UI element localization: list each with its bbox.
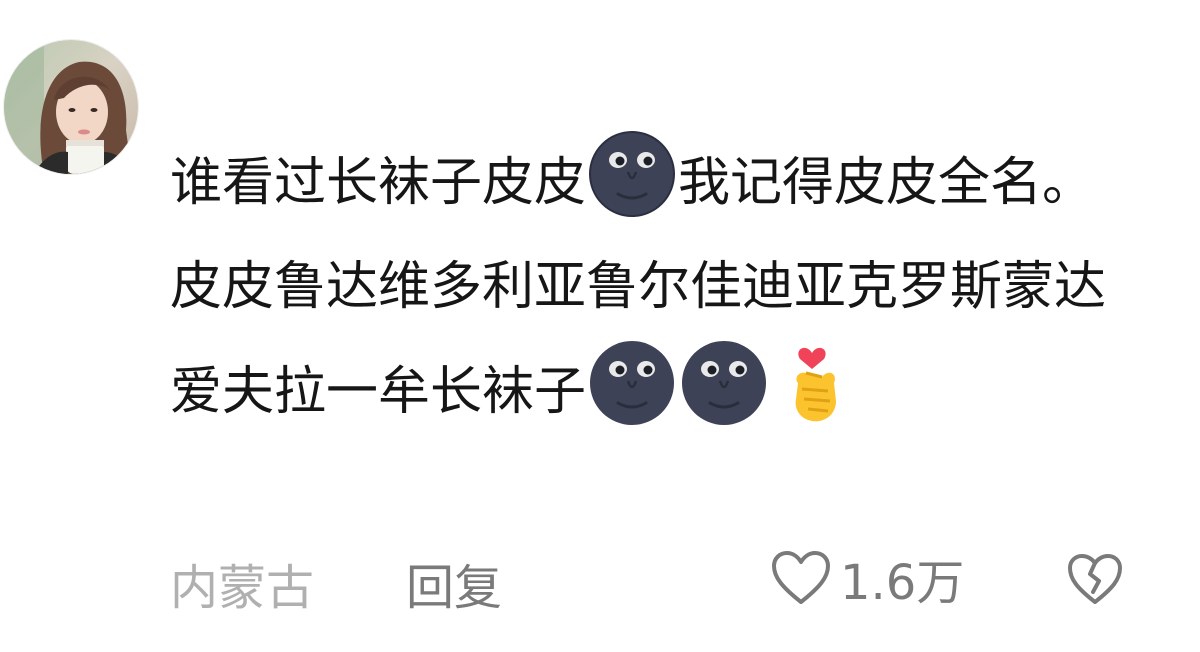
new-moon-face-emoji (588, 130, 676, 218)
avatar-photo-icon (4, 40, 138, 174)
broken-heart-icon (1068, 554, 1122, 604)
like-count: 1.6万 (840, 555, 965, 611)
comment-card: 谁看过长袜子皮皮 我记得皮皮全名。皮皮鲁达维多利亚鲁尔佳迪亚克罗斯蒙达爱夫拉一牟长… (0, 0, 1200, 652)
comment-text-part-1: 谁看过长袜子皮皮 (170, 153, 587, 213)
location-label: 内蒙古 (170, 560, 315, 616)
reply-button[interactable]: 回复 (406, 548, 502, 618)
comment-footer: 内蒙古 回复 1.6万 (170, 540, 1130, 620)
user-avatar[interactable] (4, 40, 138, 174)
comment-body: 谁看过长袜子皮皮 我记得皮皮全名。皮皮鲁达维多利亚鲁尔佳迪亚克罗斯蒙达爱夫拉一牟长… (170, 130, 1130, 444)
finger-heart-emoji (772, 339, 860, 427)
new-moon-face-emoji (588, 339, 676, 427)
like-button[interactable]: 1.6万 (770, 542, 964, 614)
new-moon-face-emoji (680, 339, 768, 427)
dislike-button[interactable] (1066, 552, 1124, 606)
heart-outline-icon (772, 551, 830, 604)
comment-text: 谁看过长袜子皮皮 我记得皮皮全名。皮皮鲁达维多利亚鲁尔佳迪亚克罗斯蒙达爱夫拉一牟长… (170, 130, 1130, 444)
